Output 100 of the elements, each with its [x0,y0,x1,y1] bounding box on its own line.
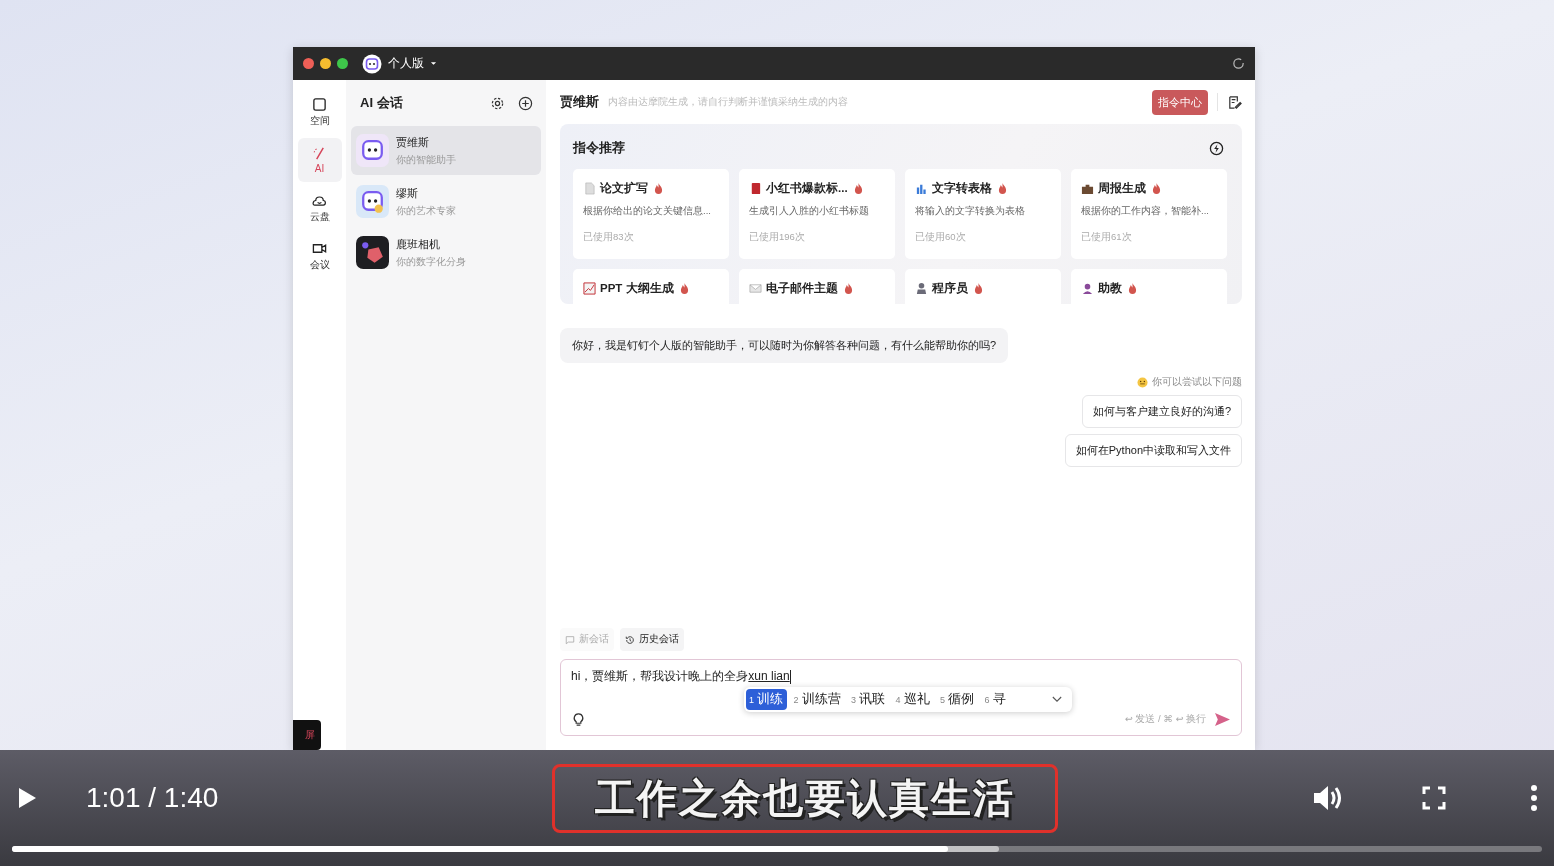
card-description: 根据你给出的论文关键信息... [583,205,712,218]
flame-icon [974,283,983,294]
flame-icon [1128,283,1137,294]
suggestion-hint: 你可以尝试以下问题 [1152,376,1242,389]
settings-icon[interactable] [490,95,505,111]
sync-icon[interactable] [1232,57,1245,70]
nav-item[interactable]: 空间 [297,90,342,134]
usage-count: 已使用60次 [915,231,967,244]
conversation-item[interactable]: 缪斯 你的艺术专家 [351,177,541,226]
flame-icon [853,183,863,194]
caret-icon[interactable] [430,61,437,66]
shortcut-hint: ↩ 发送 / ⌘ ↩ 换行 [1124,713,1206,726]
close-button[interactable] [303,58,314,69]
ime-candidate[interactable]: 2 训练营 [790,689,844,710]
section-title: 指令推荐 [573,139,625,157]
flame-icon [1152,183,1161,194]
cube-avatar-icon [356,236,389,269]
command-card[interactable]: 文字转表格 将输入的文字转换为表格 已使用60次 [905,169,1061,259]
conversation-subtitle: 你的数字化分身 [396,255,466,269]
ime-candidate[interactable]: 6 寻 [981,689,1009,710]
video-subtitle: 工作之余也要认真生活 [552,763,1059,833]
command-card[interactable]: PPT 大纲生成 [573,269,729,304]
ime-candidate[interactable]: 3 讯联 [848,689,889,710]
conversation-subtitle: 你的艺术专家 [396,204,456,218]
flame-icon [654,183,663,194]
robot-avatar-icon [356,134,389,167]
line-chart-icon [583,282,596,295]
session-tab[interactable]: 历史会话 [620,628,684,651]
ime-candidate[interactable]: 4 巡礼 [892,689,933,710]
more-options-icon[interactable] [1530,784,1538,812]
conversation-name: 贾维斯 [396,134,430,150]
play-icon[interactable] [16,786,38,810]
fullscreen-badge[interactable]: 屏 [293,720,321,750]
conversation-subtitle: 你的智能助手 [396,153,456,167]
book-icon [749,182,762,195]
card-description: 生成引人入胜的小红书标题 [749,205,870,218]
usage-count: 已使用196次 [749,231,806,244]
flame-icon [679,283,689,294]
command-card[interactable]: 论文扩写 根据你给出的论文关键信息... 已使用83次 [573,169,729,259]
card-title: 文字转表格 [932,181,992,196]
envelope-icon [749,282,762,295]
add-icon[interactable] [518,95,533,111]
usage-count: 已使用61次 [1081,231,1133,244]
card-title: 电子邮件主题 [766,281,838,296]
card-title: 周报生成 [1098,181,1146,196]
card-title: 助教 [1098,281,1122,296]
card-title: 程序员 [932,281,968,296]
suggested-question[interactable]: 如何与客户建立良好的沟通? [1081,395,1242,428]
command-card[interactable]: 助教 [1071,269,1227,304]
card-description: 根据你的工作内容，智能补... [1081,205,1210,218]
card-title: PPT 大纲生成 [600,281,674,296]
command-card[interactable]: 周报生成 根据你的工作内容，智能补... 已使用61次 [1071,169,1227,259]
progress-track[interactable] [12,846,1542,852]
edition-dropdown[interactable]: 个人版 [388,55,424,72]
lightning-icon[interactable] [1209,140,1224,156]
nav-item[interactable]: AI [297,138,342,182]
assistant-name: 贾维斯 [560,93,599,111]
suggested-question[interactable]: 如何在Python中读取和写入文件 [1064,434,1242,467]
ime-candidate[interactable]: 1 训练 [746,689,787,710]
conversation-item[interactable]: 贾维斯 你的智能助手 [351,126,541,175]
message-input-field[interactable]: hi，贾维斯，帮我设计晚上的全身xun lian ↩ 发送 / ⌘ ↩ 换行 1 训练 2 训练营 3 讯联 4 巡礼 5 循例 6 寻 [560,659,1242,736]
command-card[interactable]: 电子邮件主题 [739,269,895,304]
robot-logo-icon [362,53,382,74]
card-title: 小红书爆款标... [766,181,848,196]
person-icon [1081,282,1094,295]
command-center-button[interactable]: 指令中心 [1152,89,1208,115]
playback-time: 1:01 / 1:40 [86,782,219,814]
usage-count: 已使用83次 [583,231,635,244]
person-laptop-icon [915,282,928,295]
nav-item[interactable]: 云盘 [297,186,342,230]
briefcase-icon [1081,182,1094,195]
edit-icon[interactable] [1227,94,1242,110]
flame-icon [844,283,853,294]
ime-candidate[interactable]: 5 循例 [937,689,978,710]
smiley-icon [1137,377,1148,388]
conversation-item[interactable]: 鹿班相机 你的数字化分身 [351,228,541,277]
volume-icon[interactable] [1312,784,1344,812]
card-title: 论文扩写 [600,181,648,196]
conversation-name: 缪斯 [396,185,419,201]
maximize-button[interactable] [337,58,348,69]
card-description: 将输入的文字转换为表格 [915,205,1026,218]
panel-title: AI 会话 [360,94,404,112]
nav-item[interactable]: 会议 [297,234,342,278]
minimize-button[interactable] [320,58,331,69]
history-icon [625,634,635,645]
lightbulb-icon[interactable] [571,712,586,727]
assistant-message: 你好，我是钉钉个人版的智能助手，可以随时为你解答各种问题，有什么能帮助你的吗? [560,328,1009,363]
command-card[interactable]: 程序员 [905,269,1061,304]
chat-bubble-icon [565,634,575,645]
bar-chart-icon [915,182,928,195]
chevron-down-icon[interactable] [1052,696,1062,703]
fullscreen-icon[interactable] [1422,786,1446,810]
flame-icon [998,183,1007,194]
robot-palette-avatar-icon [356,185,389,218]
command-card[interactable]: 小红书爆款标... 生成引人入胜的小红书标题 已使用196次 [739,169,895,259]
input-text: hi，贾维斯，帮我设计晚上的全身xun lian [571,668,790,685]
wand-icon [312,146,327,161]
square-icon [312,96,327,112]
document-icon [583,182,596,195]
send-icon[interactable] [1214,712,1231,727]
